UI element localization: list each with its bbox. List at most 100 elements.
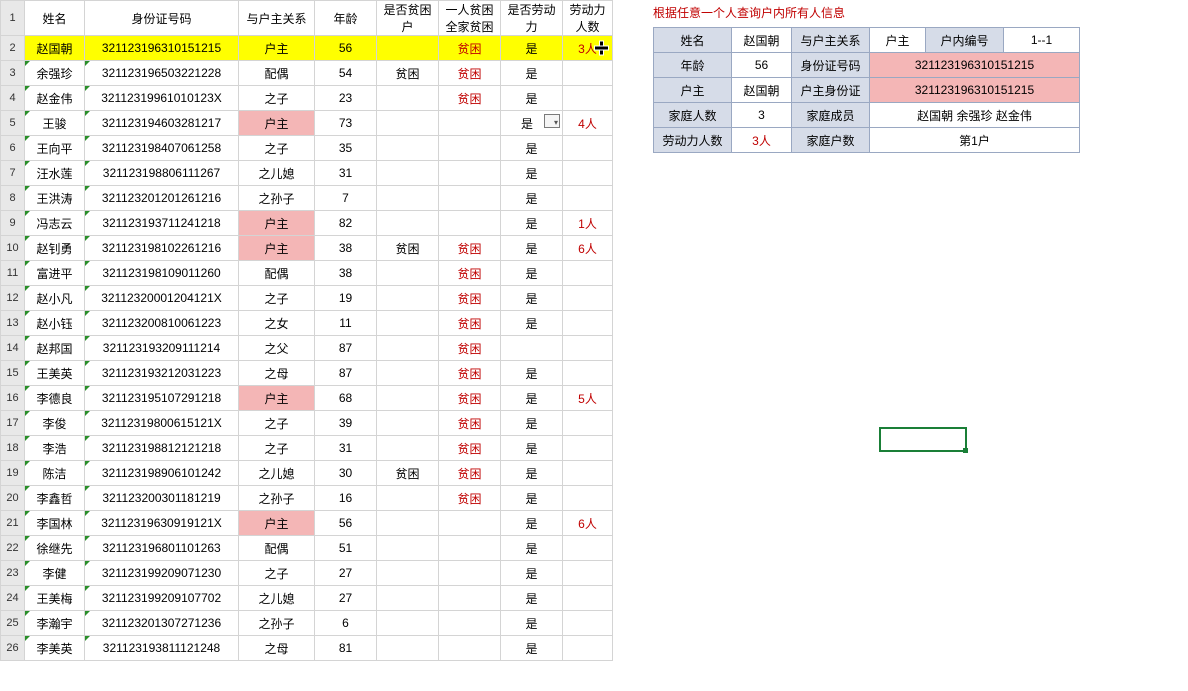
cell[interactable]: [563, 536, 613, 561]
cell[interactable]: [377, 111, 439, 136]
cell[interactable]: 321123196310151215: [85, 36, 239, 61]
cell[interactable]: 4人: [563, 111, 613, 136]
cell[interactable]: [377, 336, 439, 361]
cell[interactable]: 贫困: [439, 236, 501, 261]
row-header[interactable]: 10: [1, 236, 25, 261]
cell[interactable]: 贫困: [439, 61, 501, 86]
row-header[interactable]: 2: [1, 36, 25, 61]
cell[interactable]: 贫困: [439, 86, 501, 111]
cell[interactable]: 赵小凡: [25, 286, 85, 311]
cell[interactable]: 汪水莲: [25, 161, 85, 186]
cell[interactable]: 321123198906101242: [85, 461, 239, 486]
cell[interactable]: 30: [315, 461, 377, 486]
cell[interactable]: 赵钊勇: [25, 236, 85, 261]
col-family-poverty[interactable]: 一人贫困全家贫困: [439, 1, 501, 36]
main-table[interactable]: 1 姓名 身份证号码 与户主关系 年龄 是否贫困户 一人贫困全家贫困 是否劳动力…: [0, 0, 613, 661]
cell[interactable]: 贫困: [377, 236, 439, 261]
cell[interactable]: 16: [315, 486, 377, 511]
cell[interactable]: [563, 436, 613, 461]
cell[interactable]: 6人: [563, 511, 613, 536]
cell[interactable]: 56: [315, 511, 377, 536]
cell[interactable]: 321123196503221228: [85, 61, 239, 86]
cell[interactable]: [563, 136, 613, 161]
info-value-head-id[interactable]: 321123196310151215: [870, 78, 1080, 103]
info-value-members[interactable]: 赵国朝 余强珍 赵金伟: [870, 103, 1080, 128]
cell[interactable]: [439, 611, 501, 636]
table-row[interactable]: 10赵钊勇321123198102261216户主38贫困贫困是6人: [1, 236, 613, 261]
table-row[interactable]: 8王洪涛321123201201261216之孙子7是: [1, 186, 613, 211]
cell[interactable]: 是: [501, 36, 563, 61]
cell[interactable]: 是: [501, 61, 563, 86]
cell[interactable]: 是: [501, 411, 563, 436]
smart-tag-icon[interactable]: [544, 114, 560, 128]
cell[interactable]: [439, 161, 501, 186]
cell[interactable]: 李美英: [25, 636, 85, 661]
cell[interactable]: 之孙子: [239, 611, 315, 636]
col-labor[interactable]: 是否劳动力: [501, 1, 563, 36]
cell[interactable]: 赵邦国: [25, 336, 85, 361]
cell[interactable]: 23: [315, 86, 377, 111]
cell[interactable]: 35: [315, 136, 377, 161]
cell[interactable]: 是: [501, 386, 563, 411]
cell[interactable]: 贫困: [439, 486, 501, 511]
table-row[interactable]: 23李健321123199209071230之子27是: [1, 561, 613, 586]
cell[interactable]: [563, 636, 613, 661]
table-row[interactable]: 22徐继先321123196801101263配偶51是: [1, 536, 613, 561]
table-row[interactable]: 11富进平321123198109011260配偶38贫困是: [1, 261, 613, 286]
cell[interactable]: 321123193209111214: [85, 336, 239, 361]
cell[interactable]: 之儿媳: [239, 461, 315, 486]
cell[interactable]: 之孙子: [239, 486, 315, 511]
cell[interactable]: [377, 586, 439, 611]
cell[interactable]: 321123198806111267: [85, 161, 239, 186]
col-id[interactable]: 身份证号码: [85, 1, 239, 36]
table-row[interactable]: 18李浩321123198812121218之子31贫困是: [1, 436, 613, 461]
row-header[interactable]: 8: [1, 186, 25, 211]
cell[interactable]: 贫困: [439, 411, 501, 436]
cell[interactable]: 之子: [239, 411, 315, 436]
cell[interactable]: [377, 436, 439, 461]
cell[interactable]: 之子: [239, 86, 315, 111]
cell[interactable]: 1人: [563, 211, 613, 236]
cell[interactable]: [439, 186, 501, 211]
cell[interactable]: 贫困: [439, 461, 501, 486]
cell[interactable]: 31: [315, 436, 377, 461]
cell[interactable]: [501, 336, 563, 361]
cell[interactable]: 87: [315, 361, 377, 386]
cell[interactable]: 富进平: [25, 261, 85, 286]
cell[interactable]: [563, 261, 613, 286]
cell[interactable]: 之父: [239, 336, 315, 361]
cell[interactable]: 余强珍: [25, 61, 85, 86]
active-cell-selection[interactable]: [879, 427, 967, 452]
cell[interactable]: 是: [501, 186, 563, 211]
cell[interactable]: [439, 111, 501, 136]
cell[interactable]: 321123195107291218: [85, 386, 239, 411]
table-row[interactable]: 25李瀚宇321123201307271236之孙子6是: [1, 611, 613, 636]
cell[interactable]: 之女: [239, 311, 315, 336]
cell[interactable]: 配偶: [239, 61, 315, 86]
table-row[interactable]: 20李鑫哲321123200301181219之孙子16贫困是: [1, 486, 613, 511]
cell[interactable]: 6: [315, 611, 377, 636]
cell[interactable]: 27: [315, 561, 377, 586]
cell[interactable]: 32112319630919121X: [85, 511, 239, 536]
table-row[interactable]: 21李国林32112319630919121X户主56是6人: [1, 511, 613, 536]
cell[interactable]: 321123200301181219: [85, 486, 239, 511]
row-header[interactable]: 25: [1, 611, 25, 636]
info-value-family-count[interactable]: 3: [732, 103, 792, 128]
cell[interactable]: 户主: [239, 111, 315, 136]
cell[interactable]: [377, 161, 439, 186]
row-header[interactable]: 5: [1, 111, 25, 136]
cell[interactable]: [563, 461, 613, 486]
cell[interactable]: 赵国朝: [25, 36, 85, 61]
cell[interactable]: 之母: [239, 361, 315, 386]
cell[interactable]: 87: [315, 336, 377, 361]
cell[interactable]: 李鑫哲: [25, 486, 85, 511]
col-age[interactable]: 年龄: [315, 1, 377, 36]
cell[interactable]: 27: [315, 586, 377, 611]
info-value-name[interactable]: 赵国朝: [732, 28, 792, 53]
cell[interactable]: [439, 636, 501, 661]
cell[interactable]: 李德良: [25, 386, 85, 411]
table-row[interactable]: 26李美英321123193811121248之母81是: [1, 636, 613, 661]
cell[interactable]: 赵金伟: [25, 86, 85, 111]
cell[interactable]: 81: [315, 636, 377, 661]
info-value-inner-no[interactable]: 1--1: [1004, 28, 1080, 53]
